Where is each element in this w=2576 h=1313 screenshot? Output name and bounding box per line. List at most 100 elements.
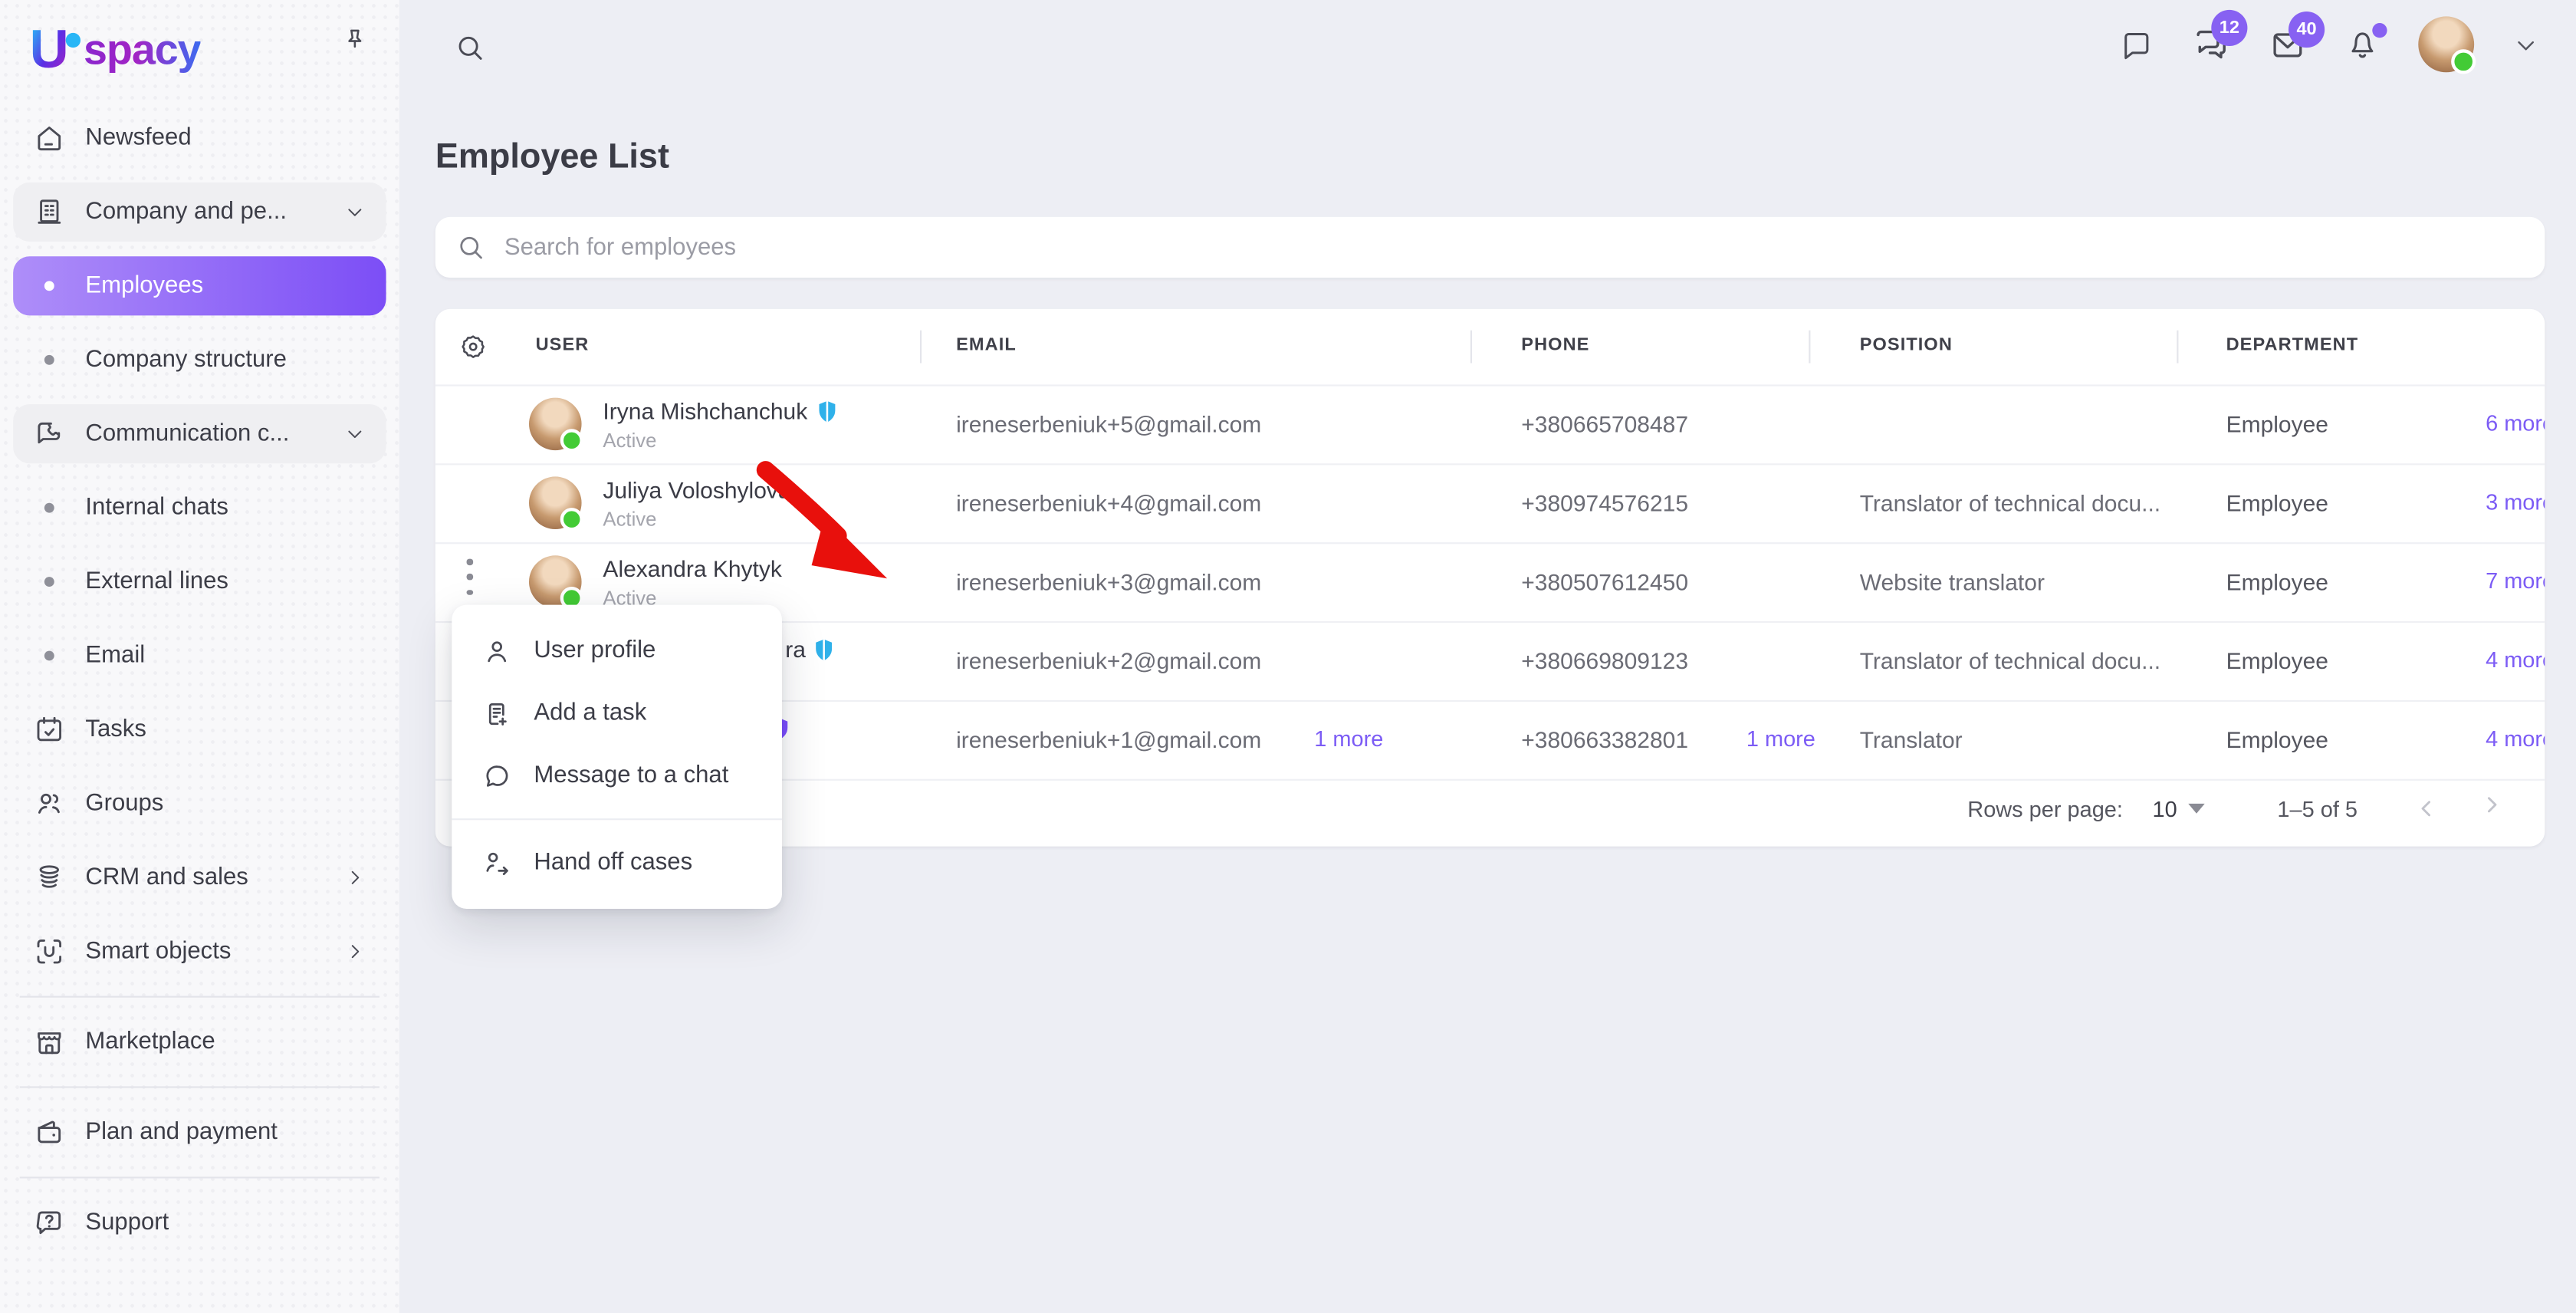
logo-dot [65,32,80,47]
global-search-icon[interactable] [453,31,486,64]
employee-email: ireneserbeniuk+3@gmail.com [956,568,1261,594]
verified-shield-icon [817,400,836,422]
table-settings-gear-icon[interactable] [458,332,488,362]
department-more-link[interactable]: 4 more [2486,647,2545,672]
sidebar-item-groups[interactable]: Groups [13,774,386,833]
rows-per-page-label: Rows per page: [1967,796,2123,821]
online-status-dot [2451,49,2476,74]
pin-sidebar-icon[interactable] [340,26,370,56]
next-page-icon[interactable] [2482,795,2509,821]
select-caret-icon [2189,804,2205,814]
chevron-right-icon [343,940,366,963]
sidebar-item-communication[interactable]: Communication c... [13,404,386,463]
chats-icon[interactable]: 12 [2192,25,2231,64]
prev-page-icon[interactable] [2413,795,2440,821]
employee-department: Employee [2226,411,2328,437]
department-more-link[interactable]: 4 more [2486,726,2545,751]
app-window: U spacy Newsfeed Company and pe... [0,0,2576,1313]
column-divider[interactable] [1470,331,1472,364]
chevron-right-icon [343,866,366,889]
employee-email: ireneserbeniuk+4@gmail.com [956,490,1261,516]
sidebar-label: Smart objects [85,939,231,965]
sidebar: U spacy Newsfeed Company and pe... [0,0,399,1313]
sidebar-item-internal-chats[interactable]: Internal chats [13,479,386,538]
row-avatar[interactable] [529,555,582,608]
sidebar-divider [20,1176,380,1178]
bullet-icon [44,503,54,513]
menu-item-label: Add a task [534,700,646,726]
wallet-icon [33,1116,66,1149]
menu-item-add-task[interactable]: Add a task [452,682,782,744]
column-header-position[interactable]: POSITION [1860,335,1953,355]
main-area: 12 40 Employee List [399,0,2576,1313]
sidebar-label: Newsfeed [85,125,191,151]
row-avatar[interactable] [529,476,582,529]
logo-u-glyph: U [30,18,66,81]
chevron-down-icon [343,423,366,446]
phone-more-link[interactable]: 1 more [1746,726,1815,751]
employee-department: Employee [2226,490,2328,516]
sidebar-item-smart-objects[interactable]: Smart objects [13,922,386,981]
task-plus-icon [481,698,513,729]
bullet-icon [44,281,54,291]
account-chevron-down-icon[interactable] [2512,31,2539,58]
sidebar-item-tasks[interactable]: Tasks [13,700,386,759]
search-placeholder: Search for employees [504,234,736,260]
sidebar-label: Marketplace [85,1028,215,1055]
column-header-user[interactable]: USER [536,335,590,355]
department-more-link[interactable]: 7 more [2486,568,2545,593]
employee-phone: +380663382801 [1521,726,1688,752]
menu-item-label: User profile [534,637,656,663]
department-more-link[interactable]: 6 more [2486,411,2545,436]
sidebar-item-crm-and-sales[interactable]: CRM and sales [13,848,386,907]
sidebar-item-company-structure[interactable]: Company structure [13,331,386,390]
red-annotation-arrow [752,457,903,608]
row-context-menu: User profile Add a task Message to a cha… [452,605,782,909]
person-arrow-icon [481,847,513,879]
sidebar-item-email[interactable]: Email [13,626,386,685]
sidebar-item-marketplace[interactable]: Marketplace [13,1012,386,1071]
email-more-link[interactable]: 1 more [1314,726,1383,751]
column-divider[interactable] [1809,331,1810,364]
sidebar-item-company-and-people[interactable]: Company and pe... [13,183,386,242]
sidebar-item-external-lines[interactable]: External lines [13,552,386,611]
row-avatar[interactable] [529,398,582,451]
rows-per-page-select[interactable]: 10 [2153,796,2206,821]
employee-search-input[interactable]: Search for employees [435,217,2545,278]
column-divider[interactable] [920,331,922,364]
database-icon [33,861,66,894]
user-avatar[interactable] [2418,16,2474,72]
bullet-icon [44,577,54,587]
sidebar-label: CRM and sales [85,864,248,890]
menu-item-message-chat[interactable]: Message to a chat [452,745,782,807]
uspacy-logo[interactable]: U spacy [30,16,201,82]
comments-icon[interactable] [2119,27,2154,61]
pagination-nav [2413,795,2509,821]
verified-shield-icon [816,639,834,660]
sidebar-item-employees[interactable]: Employees [13,256,386,315]
employee-name[interactable]: Iryna Mishchanchuk [603,398,835,424]
menu-divider [452,818,782,820]
employee-email: ireneserbeniuk+5@gmail.com [956,411,1261,437]
mail-icon[interactable]: 40 [2269,25,2306,63]
employee-phone: +380665708487 [1521,411,1688,437]
bullet-icon [44,651,54,661]
page-title: Employee List [435,138,669,177]
employee-name-fragment: ra [785,636,833,662]
row-actions-kebab-icon[interactable] [462,555,478,598]
column-header-department[interactable]: DEPARTMENT [2226,335,2359,355]
column-header-phone[interactable]: PHONE [1521,335,1589,355]
department-more-link[interactable]: 3 more [2486,490,2545,515]
bell-icon[interactable] [2344,26,2380,62]
topbar: 12 40 [399,0,2576,95]
chats-badge: 12 [2211,10,2247,46]
column-divider[interactable] [2177,331,2178,364]
sidebar-label: Groups [85,791,163,817]
menu-item-user-profile[interactable]: User profile [452,620,782,682]
table-row[interactable]: Iryna Mishchanchuk Active ireneserbeniuk… [435,387,2545,466]
menu-item-hand-off-cases[interactable]: Hand off cases [452,831,782,893]
sidebar-item-plan-and-payment[interactable]: Plan and payment [13,1103,386,1162]
column-header-email[interactable]: EMAIL [956,335,1017,355]
sidebar-item-newsfeed[interactable]: Newsfeed [13,108,386,167]
sidebar-item-support[interactable]: Support [13,1193,386,1252]
